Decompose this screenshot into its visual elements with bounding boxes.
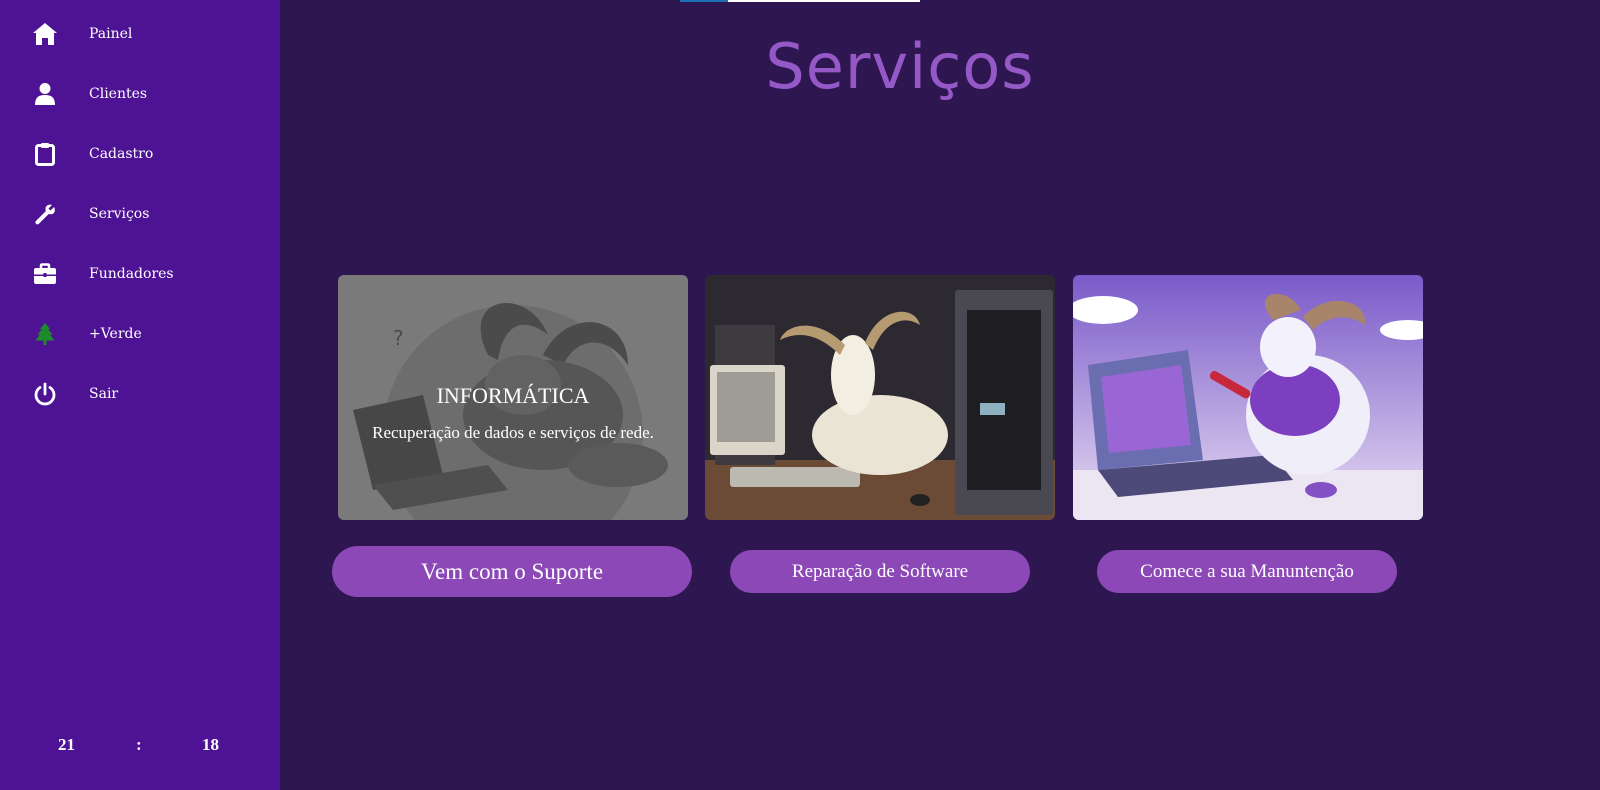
software-repair-button[interactable]: Reparação de Software bbox=[730, 550, 1030, 593]
sidebar-item-fundadores[interactable]: Fundadores bbox=[0, 246, 280, 302]
power-icon bbox=[32, 381, 58, 407]
sidebar-item-label: Fundadores bbox=[89, 266, 174, 282]
clock-separator: : bbox=[136, 735, 142, 754]
sidebar-item-label: Painel bbox=[89, 26, 133, 42]
sidebar-item-painel[interactable]: Painel bbox=[0, 6, 280, 62]
goat-with-computer-tower-illustration bbox=[705, 275, 1055, 520]
sidebar-item-servicos[interactable]: Serviços bbox=[0, 186, 280, 242]
sidebar-item-label: Serviços bbox=[89, 206, 150, 222]
home-icon bbox=[32, 21, 58, 47]
card-overlay: INFORMÁTICA Recuperação de dados e servi… bbox=[338, 275, 688, 520]
service-card-maintenance[interactable] bbox=[1073, 275, 1423, 520]
sidebar: Painel Clientes Cadastro Serviços Fundad… bbox=[0, 0, 280, 790]
sidebar-item-label: Cadastro bbox=[89, 146, 154, 162]
user-icon bbox=[32, 81, 58, 107]
maintenance-button[interactable]: Comece a sua Manuntenção bbox=[1097, 550, 1397, 593]
clock-hours: 21 bbox=[58, 735, 75, 754]
sidebar-item-label: Clientes bbox=[89, 86, 148, 102]
top-accent-bar bbox=[680, 0, 728, 2]
top-accent-bar bbox=[728, 0, 920, 2]
wrench-icon bbox=[32, 201, 58, 227]
goat-repairing-computer-illustration bbox=[1073, 275, 1423, 520]
sidebar-item-cadastro[interactable]: Cadastro bbox=[0, 126, 280, 182]
card-subtitle: Recuperação de dados e serviços de rede. bbox=[372, 422, 654, 442]
sidebar-item-clientes[interactable]: Clientes bbox=[0, 66, 280, 122]
clock-minutes: 18 bbox=[202, 735, 219, 754]
support-button[interactable]: Vem com o Suporte bbox=[332, 546, 692, 597]
tree-icon bbox=[32, 321, 58, 347]
sidebar-item-sair[interactable]: Sair bbox=[0, 366, 280, 422]
card-title: INFORMÁTICA bbox=[436, 382, 590, 408]
service-card-repair[interactable] bbox=[705, 275, 1055, 520]
clipboard-icon bbox=[32, 141, 58, 167]
service-card-informatica[interactable]: ? INFORMÁTICA Recuperação de dados e ser… bbox=[338, 275, 688, 520]
sidebar-item-label: +Verde bbox=[89, 326, 142, 342]
sidebar-item-verde[interactable]: +Verde bbox=[0, 306, 280, 362]
page-title: Serviços bbox=[765, 30, 1035, 103]
briefcase-icon bbox=[32, 261, 58, 287]
sidebar-item-label: Sair bbox=[89, 386, 119, 402]
